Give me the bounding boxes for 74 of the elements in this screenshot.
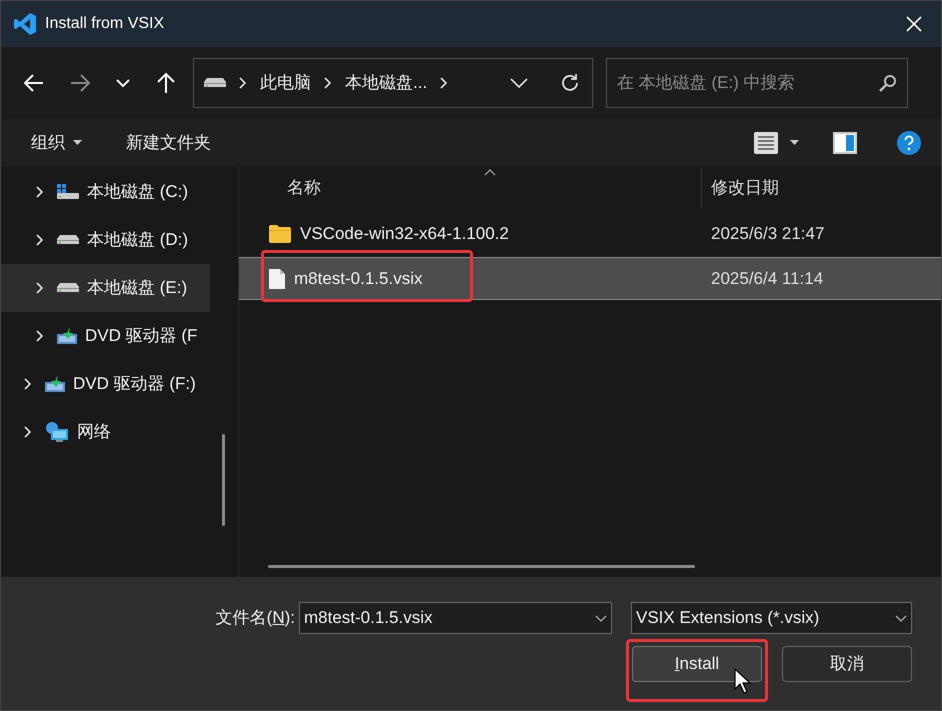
modified-date: 2025/6/3 21:47 — [710, 222, 824, 245]
sidebar-item[interactable]: 网络 — [1, 408, 210, 456]
dialog-button[interactable]: Install — [632, 646, 762, 682]
preview-pane-icon[interactable] — [833, 132, 857, 154]
expand-chevron-icon[interactable] — [439, 76, 450, 90]
search-input[interactable]: 在 本地磁盘 (E:) 中搜索 — [617, 70, 879, 96]
file-type-dropdown[interactable]: VSIX Extensions (*.vsix) — [631, 602, 912, 634]
view-options-button[interactable] — [754, 132, 799, 154]
dvd-drive-icon — [45, 375, 65, 393]
caret-icon — [790, 140, 799, 145]
list-view-icon — [754, 132, 778, 154]
sidebar-item[interactable]: DVD 驱动器 (F:) — [1, 360, 210, 408]
file-name: m8test-0.1.5.vsix — [294, 268, 422, 290]
forward-arrow-icon — [70, 74, 90, 92]
app-logo-icon — [13, 12, 37, 36]
sidebar-item[interactable]: 本地磁盘 (D:) — [1, 216, 210, 264]
dvd-drive-icon — [57, 327, 77, 345]
up-arrow-icon — [157, 72, 175, 94]
mouse-cursor-icon — [734, 668, 752, 694]
file-row[interactable]: VSCode-win32-x64-1.100.2 2025/6/3 21:47 — [239, 212, 941, 255]
drive-icon — [57, 283, 79, 293]
expand-chevron-icon[interactable] — [35, 281, 45, 295]
dialog-button[interactable]: 取消 — [782, 646, 912, 682]
drive-icon — [204, 78, 226, 88]
sidebar-item-label: DVD 驱动器 (F — [85, 325, 198, 348]
filename-field[interactable]: m8test-0.1.5.vsix — [299, 602, 612, 634]
window-title: Install from VSIX — [45, 14, 164, 34]
sidebar-item-label: 本地磁盘 (C:) — [87, 181, 188, 204]
help-icon[interactable] — [897, 130, 921, 154]
back-arrow-icon — [24, 74, 44, 92]
command-button[interactable]: 组织 — [31, 130, 82, 156]
expand-chevron-icon[interactable] — [35, 233, 45, 247]
drive-icon — [57, 184, 79, 200]
sidebar-item-label: 本地磁盘 (E:) — [87, 277, 188, 300]
file-row[interactable]: m8test-0.1.5.vsix 2025/6/4 11:14 — [239, 257, 941, 300]
file-icon — [269, 268, 285, 288]
expand-chevron-icon[interactable] — [35, 329, 45, 343]
command-button[interactable]: 新建文件夹 — [126, 130, 211, 156]
expand-chevron-icon[interactable] — [238, 76, 248, 90]
horizontal-scrollbar-thumb[interactable] — [268, 565, 695, 568]
expand-chevron-icon[interactable] — [23, 377, 33, 391]
expand-chevron-icon[interactable] — [323, 76, 333, 90]
modified-date: 2025/6/4 11:14 — [710, 268, 824, 290]
caret-icon — [73, 140, 82, 145]
file-name: VSCode-win32-x64-1.100.2 — [300, 222, 509, 245]
filename-value: m8test-0.1.5.vsix — [304, 607, 434, 630]
caret-icon — [595, 614, 607, 622]
scrollbar-thumb[interactable] — [222, 434, 225, 526]
expand-chevron-icon[interactable] — [23, 425, 33, 439]
close-icon — [906, 16, 922, 32]
search-icon — [879, 74, 897, 92]
drive-icon — [57, 235, 79, 245]
file-type-value: VSIX Extensions (*.vsix) — [636, 607, 820, 630]
sidebar-item[interactable]: 本地磁盘 (E:) — [1, 264, 210, 312]
caret-icon — [895, 614, 907, 622]
address-bar[interactable]: 此电脑 本地磁盘... — [193, 58, 593, 108]
folder-icon — [269, 224, 291, 242]
sidebar-item-label: 本地磁盘 (D:) — [87, 229, 188, 252]
sidebar-item[interactable]: 本地磁盘 (C:) — [1, 168, 210, 216]
filename-label: 文件名(N): — [216, 607, 295, 630]
column-header[interactable]: 名称 — [239, 175, 701, 201]
network-icon — [45, 421, 69, 443]
refresh-icon[interactable] — [560, 73, 580, 93]
expand-chevron-icon[interactable] — [35, 185, 45, 199]
sidebar-item-label: 网络 — [77, 421, 111, 444]
search-field[interactable]: 在 本地磁盘 (E:) 中搜索 — [606, 58, 908, 108]
column-header[interactable]: 修改日期 — [701, 168, 779, 208]
breadcrumb-item[interactable]: 本地磁盘... — [345, 70, 428, 96]
breadcrumb-item[interactable]: 此电脑 — [260, 70, 311, 96]
dropdown-caret-icon[interactable] — [510, 78, 528, 88]
sort-ascending-icon — [484, 169, 496, 176]
sidebar-item-label: DVD 驱动器 (F:) — [73, 373, 196, 396]
sidebar-item[interactable]: DVD 驱动器 (F — [1, 312, 210, 360]
caret-icon — [116, 78, 130, 88]
